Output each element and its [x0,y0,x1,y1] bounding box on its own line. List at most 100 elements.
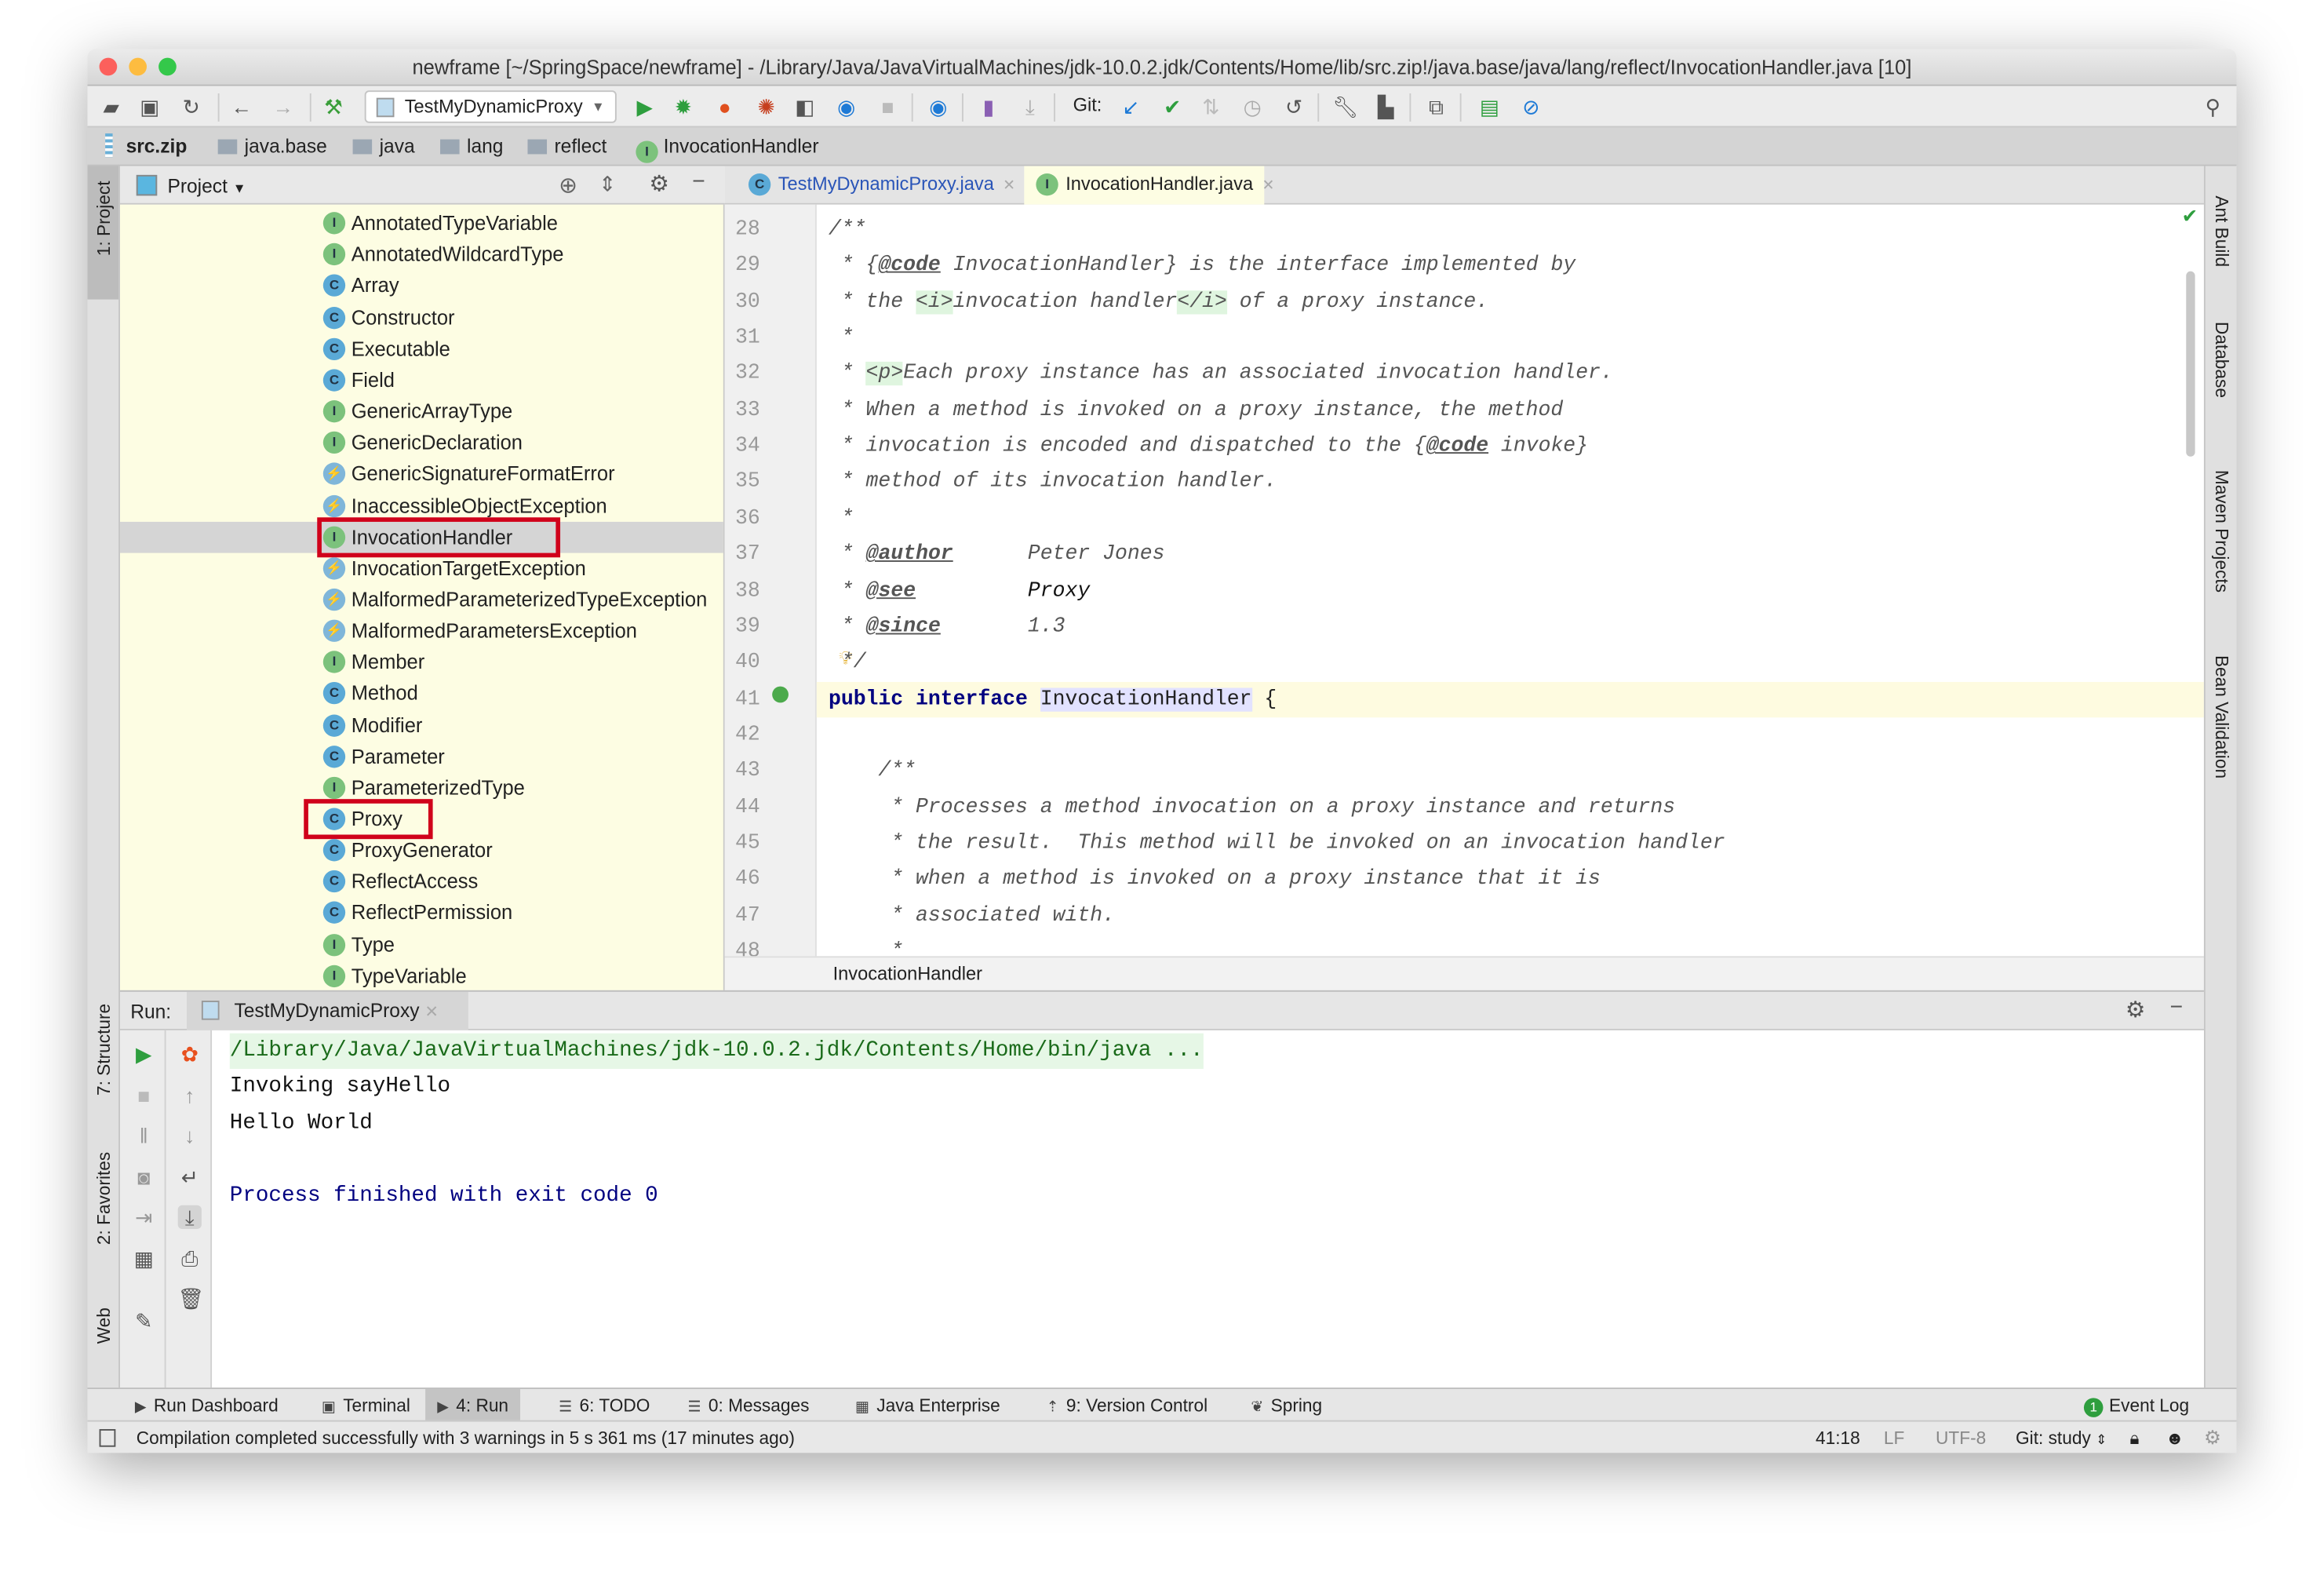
tool-window-project[interactable]: 1: Project [93,181,114,256]
tree-item[interactable]: C Constructor [120,302,723,334]
open-folder-icon[interactable]: ▰ [100,95,123,119]
code-editor[interactable]: 28 29 30 31 32 33 34 35 36 37 38 39 40 41 42 43 44 45 46 47… [724,204,2204,957]
profile-icon[interactable]: ✺ [755,95,778,119]
forward-icon[interactable]: → [271,95,295,119]
run-with-coverage-icon[interactable]: ● [713,95,737,119]
tree-item[interactable]: ⚡ InvocationTargetException [120,552,723,584]
status-message[interactable]: Compilation completed successfully with … [137,1422,795,1453]
minimize-window-button[interactable] [129,57,148,76]
tool-window-ant-build[interactable]: Ant Build [2211,195,2231,267]
bottom-tab[interactable]: ⇡ 9: Version Control [1035,1389,1220,1422]
tree-item[interactable]: I GenericArrayType [120,396,723,427]
file-encoding[interactable]: UTF-8 [1936,1422,1986,1453]
stop-icon[interactable]: ■ [132,1084,155,1107]
soft-wrap-icon[interactable]: ↵ [178,1165,202,1189]
caret-position[interactable]: 41:18 [1816,1422,1860,1453]
scroll-to-end-icon[interactable]: ⤓ [177,1205,202,1229]
tool-window-bean-validation[interactable]: Bean Validation [2211,655,2231,779]
print-icon[interactable]: ⎙ [178,1247,202,1271]
dump-threads-icon[interactable]: ◙ [132,1165,155,1189]
lock-icon[interactable]: 🔒︎ [2129,1422,2139,1453]
spring-boot-icon[interactable]: ✿ [178,1042,202,1066]
breadcrumb-invocationhandler[interactable]: I InvocationHandler [636,127,819,166]
hide-panel-icon[interactable]: − [692,169,705,194]
gear-icon[interactable]: ⚙ [2125,996,2145,1023]
rerun-icon[interactable]: ▶ [132,1042,155,1066]
close-tab-icon[interactable]: ✕ [1003,178,1015,195]
bottom-tab[interactable]: ▶ Run Dashboard [123,1389,290,1422]
git-update-icon[interactable]: ↙ [1119,95,1142,119]
hide-panel-icon[interactable]: − [2169,995,2183,1020]
locate-icon[interactable]: ⊕ [559,172,577,199]
activity-monitor-icon[interactable]: ▤ [1477,95,1501,119]
down-arrow-icon[interactable]: ↓ [178,1124,202,1147]
tree-item[interactable]: C ProxyGenerator [120,835,723,866]
sync-icon[interactable]: ↻ [180,95,203,119]
bottom-tab[interactable]: ❦ Spring [1239,1389,1334,1422]
search-icon[interactable]: ⚲ [2201,95,2224,119]
back-icon[interactable]: ← [230,95,253,119]
bottom-tab[interactable]: ▦ Java Enterprise [843,1389,1012,1422]
pause-icon[interactable]: ‖ [132,1124,155,1147]
tree-item[interactable]: I Member [120,647,723,678]
background-tasks-icon[interactable]: ⚙ [2204,1422,2221,1453]
breadcrumb-reflect[interactable]: reflect [527,127,606,166]
tree-item[interactable]: I GenericDeclaration [120,427,723,458]
tool-window-database[interactable]: Database [2211,322,2231,398]
inspector-icon[interactable]: ☻ [2166,1422,2184,1453]
tool-window-structure[interactable]: 7: Structure [93,1004,114,1096]
attach-profiler-icon[interactable]: ◉ [927,95,950,119]
tree-item[interactable]: C Executable [120,334,723,365]
run-gradle-icon[interactable]: ◧ [793,95,817,119]
tool-window-web[interactable]: Web [93,1307,114,1344]
console-output[interactable]: /Library/Java/JavaVirtualMachines/jdk-10… [212,1030,2204,1388]
build-hammer-icon[interactable]: ⚒ [322,95,345,119]
git-branch-select[interactable]: Git: study ⇕ [2016,1422,2107,1453]
profiler-icon[interactable]: ◉ [835,95,858,119]
run-configuration-select[interactable]: TestMyDynamicProxy ▼ [364,90,617,123]
event-log-button[interactable]: 1 Event Log [2083,1389,2189,1422]
breadcrumb-src-zip[interactable]: src.zip [105,127,187,166]
tree-item[interactable]: I AnnotatedTypeVariable [120,208,723,239]
avd-manager-icon[interactable]: ▮ [977,95,1000,119]
toggle-tool-windows-icon[interactable] [99,1428,116,1447]
zoom-window-button[interactable] [158,57,177,76]
tree-item[interactable]: I Type [120,929,723,961]
gear-icon[interactable]: ⚙ [649,170,668,197]
tool-window-maven-projects[interactable]: Maven Projects [2211,470,2231,593]
tool-window-favorites[interactable]: 2: Favorites [93,1152,114,1245]
revert-icon[interactable]: ↺ [1282,95,1306,119]
editor-breadcrumb[interactable]: InvocationHandler [724,956,2204,990]
bottom-tab[interactable]: ▶ 4: Run [425,1388,521,1422]
project-view-select[interactable]: Project ▼ [167,175,246,197]
history-icon[interactable]: ◷ [1240,95,1264,119]
tree-item[interactable]: ⚡ GenericSignatureFormatError [120,458,723,490]
no-entry-icon[interactable]: ⊘ [1519,95,1543,119]
tree-item[interactable]: C Modifier [120,709,723,741]
line-separator[interactable]: LF [1884,1422,1904,1453]
tree-item[interactable]: I TypeVariable [120,961,723,990]
editor-tab[interactable]: I InvocationHandler.java ✕ [1024,166,1274,205]
close-window-button[interactable] [99,57,118,76]
tree-item[interactable]: C ReflectPermission [120,898,723,929]
up-arrow-icon[interactable]: ↑ [178,1084,202,1107]
tree-item[interactable]: C Method [120,678,723,709]
settings-wrench-icon[interactable]: 🔧︎ [1332,95,1359,119]
tree-item[interactable]: ⚡ MalformedParametersException [120,615,723,647]
breadcrumb-java-base[interactable]: java.base [217,127,327,166]
tree-item[interactable]: ⚡ MalformedParameterizedTypeException [120,584,723,615]
project-structure-icon[interactable]: ▙ [1374,95,1397,119]
implemented-gutter-icon[interactable] [772,686,789,703]
run-tab-testmydynamicproxy[interactable]: TestMyDynamicProxy ✕ [187,991,468,1030]
bottom-tab[interactable]: ▣ Terminal [310,1389,422,1422]
pin-icon[interactable]: ✎ [132,1309,155,1333]
trash-icon[interactable]: 🗑︎ [178,1287,205,1311]
bottom-tab[interactable]: ☰ 6: TODO [547,1389,661,1422]
run-icon[interactable]: ▶ [633,95,657,119]
git-commit-icon[interactable]: ✔ [1160,95,1184,119]
close-tab-icon[interactable]: ✕ [1262,178,1274,195]
debug-icon[interactable]: ✹ [672,95,695,119]
sdk-manager-icon[interactable]: ⤓ [1018,95,1042,119]
sdk-icon[interactable]: ⧉ [1424,95,1448,119]
editor-tab[interactable]: C TestMyDynamicProxy.java ✕ [737,166,1018,205]
